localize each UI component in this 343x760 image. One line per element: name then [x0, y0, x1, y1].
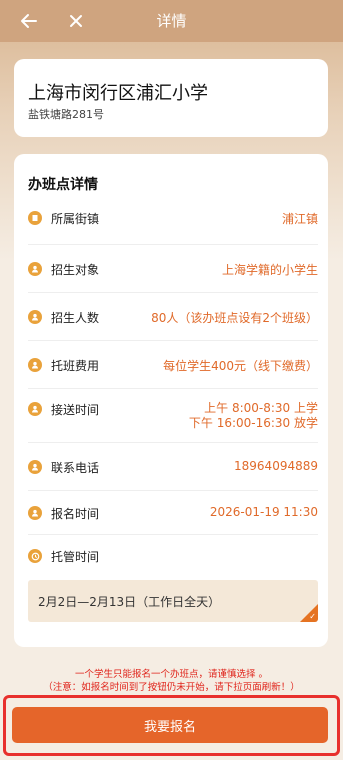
row-phone: 联系电话 18964094889 [28, 442, 318, 491]
school-card: 上海市闵行区浦汇小学 盐铁塘路281号 [14, 59, 328, 137]
row-label: 招生对象 [51, 263, 100, 277]
row-label: 接送时间 [51, 403, 100, 417]
row-pickup-time: 接送时间 上午 8:00-8:30 上学 下午 16:00-16:30 放学 [28, 388, 318, 443]
user-icon [28, 262, 42, 276]
school-address: 盐铁塘路281号 [28, 108, 104, 121]
row-label: 招生人数 [51, 311, 100, 325]
user-icon [28, 310, 42, 324]
signup-button[interactable]: 我要报名 [12, 707, 328, 743]
row-value: 80人（该办班点设有2个班级） [151, 311, 318, 325]
row-value: 每位学生400元（线下缴费） [163, 359, 318, 373]
care-period-text: 2月2日—2月13日（工作日全天） [38, 595, 221, 609]
row-quota: 招生人数 80人（该办班点设有2个班级） [28, 292, 318, 341]
details-heading: 办班点详情 [28, 177, 98, 193]
row-value: 上海学籍的小学生 [221, 263, 318, 277]
notice-line-1: 一个学生只能报名一个办班点，请谨慎选择 。 [74, 669, 269, 680]
row-value: 浦江镇 [281, 212, 318, 226]
row-target: 招生对象 上海学籍的小学生 [28, 244, 318, 293]
user-icon [28, 460, 42, 474]
page-title: 详情 [156, 12, 187, 30]
user-icon [28, 506, 42, 520]
care-period-option[interactable]: 2月2日—2月13日（工作日全天） ✓ [28, 580, 318, 622]
row-district: 所属街镇 浦江镇 [28, 202, 318, 245]
details-card: 办班点详情 所属街镇 浦江镇 招生对象 上海学籍的小学生 招生人数 80人（该办… [14, 154, 328, 647]
user-icon [28, 402, 42, 416]
row-value: 2026-01-19 11:30 [209, 505, 318, 519]
notice-line-2: （注意：如报名时间到了按钮仍未开始，请下拉页面刷新！） [43, 682, 300, 693]
row-label: 报名时间 [51, 507, 100, 521]
row-label: 托管时间 [51, 550, 100, 564]
top-bar: 详情 [0, 0, 343, 42]
row-label: 所属街镇 [51, 212, 100, 226]
row-value-afternoon: 下午 16:00-16:30 放学 [188, 416, 318, 430]
school-name: 上海市闵行区浦汇小学 [28, 83, 208, 104]
user-icon [28, 358, 42, 372]
building-icon [28, 211, 42, 225]
check-icon: ✓ [309, 612, 316, 621]
row-fee: 托班费用 每位学生400元（线下缴费） [28, 340, 318, 389]
row-label: 托班费用 [51, 359, 100, 373]
phone-number[interactable]: 18964094889 [234, 459, 318, 473]
row-care-time: 托管时间 [28, 534, 318, 574]
clock-icon [28, 549, 42, 563]
row-label: 联系电话 [51, 461, 100, 475]
row-signup-time: 报名时间 2026-01-19 11:30 [28, 490, 318, 535]
